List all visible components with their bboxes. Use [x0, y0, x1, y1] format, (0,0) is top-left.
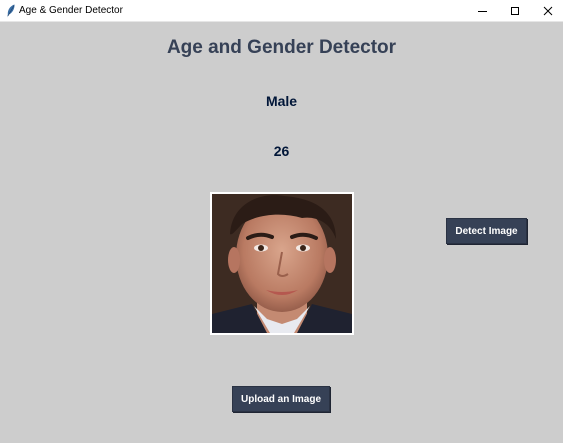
- minimize-icon: [477, 10, 487, 12]
- upload-image-button[interactable]: Upload an Image: [232, 386, 330, 412]
- gender-result: Male: [265, 93, 298, 109]
- window-title: Age & Gender Detector: [19, 5, 123, 16]
- app-window: Age & Gender Detector Age and Gender Det…: [0, 0, 563, 443]
- feather-icon: [6, 4, 16, 18]
- maximize-icon: [511, 7, 519, 15]
- title-bar: Age & Gender Detector: [0, 0, 563, 22]
- uploaded-face-photo: [210, 192, 354, 335]
- close-button[interactable]: [531, 0, 563, 22]
- face-image: [212, 194, 352, 333]
- minimize-button[interactable]: [465, 0, 499, 22]
- detect-image-button[interactable]: Detect Image: [446, 218, 527, 244]
- app-heading: Age and Gender Detector: [166, 37, 397, 58]
- close-icon: [543, 6, 553, 16]
- age-result: 26: [273, 143, 290, 159]
- maximize-button[interactable]: [498, 0, 532, 22]
